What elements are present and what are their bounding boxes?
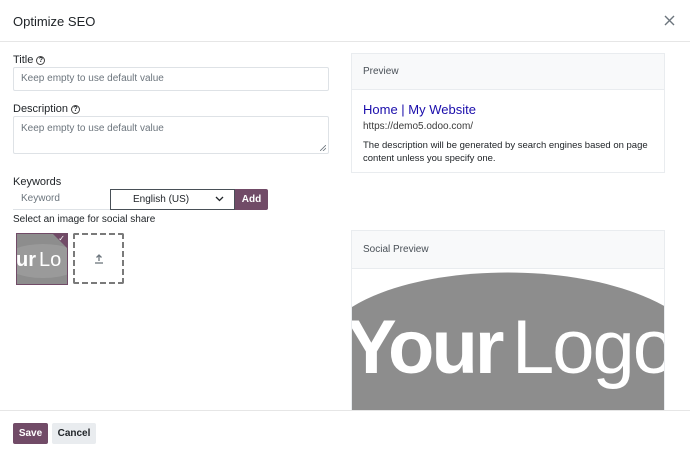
upload-icon (95, 254, 103, 264)
dialog-title: Optimize SEO (13, 14, 96, 29)
close-button[interactable] (660, 11, 680, 31)
upload-image-button[interactable] (73, 233, 124, 284)
resize-grip-icon[interactable] (320, 145, 326, 151)
svg-text:Logo: Logo (512, 305, 665, 390)
question-circle-icon[interactable]: ? (36, 56, 46, 65)
keyword-placeholder: Keyword (21, 193, 60, 204)
seo-description-textarea[interactable]: Keep empty to use default value (13, 116, 329, 154)
dialog-header: Optimize SEO (0, 0, 690, 42)
chevron-down-icon (215, 196, 224, 202)
keyword-input[interactable]: Keyword (13, 189, 111, 210)
keywords-label: Keywords (13, 176, 62, 188)
language-selected: English (US) (133, 194, 190, 205)
title-label-text: Title (13, 54, 34, 66)
cancel-button[interactable]: Cancel (52, 423, 96, 444)
save-button[interactable]: Save (13, 423, 48, 444)
svg-text:Lo: Lo (39, 249, 61, 271)
preview-page-title: Home | My Website (363, 102, 476, 117)
close-icon (664, 15, 675, 26)
social-preview-header: Social Preview (351, 230, 665, 269)
question-circle-icon[interactable]: ? (71, 105, 81, 114)
dialog-footer (0, 410, 690, 463)
preview-header: Preview (351, 53, 665, 90)
preview-description: The description will be generated by sea… (363, 140, 648, 164)
social-image-label: Select an image for social share (13, 214, 156, 225)
preview-url: https://demo5.odoo.com/ (363, 121, 474, 132)
your-logo-image: Your Logo (352, 269, 665, 411)
search-preview: Home | My Website https://demo5.odoo.com… (351, 90, 665, 173)
description-label: Description? (13, 103, 81, 115)
social-image-thumbnail[interactable]: ur Lo ✓ (16, 233, 68, 285)
language-select[interactable]: English (US) (110, 189, 235, 210)
social-preview-image: Your Logo (351, 269, 665, 411)
add-keyword-button[interactable]: Add (235, 189, 268, 210)
svg-text:ur: ur (17, 249, 36, 271)
title-label: Title? (13, 54, 46, 66)
svg-text:Your: Your (352, 305, 504, 390)
check-icon: ✓ (58, 234, 65, 243)
seo-title-input[interactable]: Keep empty to use default value (13, 67, 329, 91)
seo-title-placeholder: Keep empty to use default value (21, 73, 164, 84)
seo-description-placeholder: Keep empty to use default value (21, 123, 164, 134)
description-label-text: Description (13, 103, 69, 115)
